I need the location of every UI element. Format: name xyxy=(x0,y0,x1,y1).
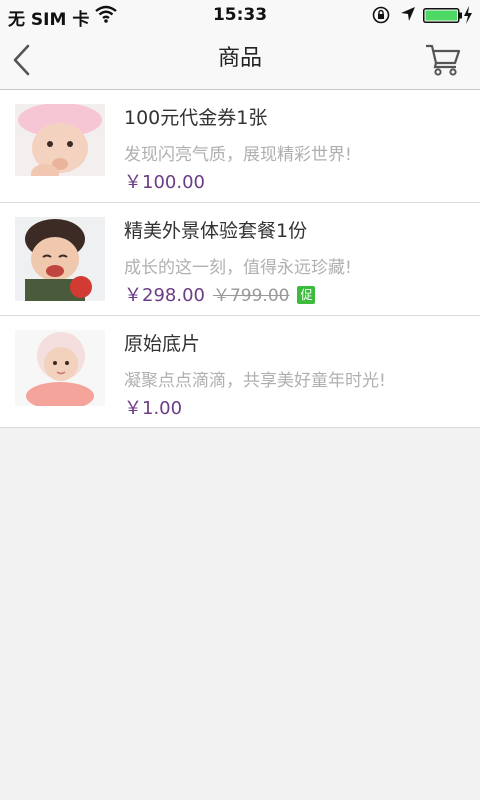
product-item[interactable]: 精美外景体验套餐1份 成长的这一刻，值得永远珍藏! ￥298.00 ￥799.00… xyxy=(0,203,480,316)
product-price: ￥1.00 xyxy=(124,398,183,419)
product-price: ￥298.00 xyxy=(124,285,205,306)
product-price: ￥100.00 xyxy=(124,172,205,193)
product-list: 100元代金券1张 发现闪亮气质，展现精彩世界! ￥100.00 精美外景体验套… xyxy=(0,90,480,428)
original-price: ￥799.00 xyxy=(212,286,290,306)
product-name: 原始底片 xyxy=(124,333,201,355)
promo-badge: 促 xyxy=(297,286,316,304)
battery-icon xyxy=(423,8,462,23)
product-name: 精美外景体验套餐1份 xyxy=(124,220,308,242)
rotation-lock-icon xyxy=(372,6,390,24)
product-thumbnail xyxy=(15,217,105,301)
price-row: ￥298.00 ￥799.00 促 xyxy=(124,281,316,307)
shopping-cart-icon[interactable] xyxy=(424,41,462,77)
product-description: 成长的这一刻，值得永远珍藏! xyxy=(124,258,352,278)
product-thumbnail xyxy=(15,330,105,414)
status-bar: 无 SIM 卡 15:33 xyxy=(0,0,480,30)
product-thumbnail xyxy=(15,104,105,188)
price-row: ￥1.00 xyxy=(124,394,182,420)
product-item[interactable]: 原始底片 凝聚点点滴滴，共享美好童年时光! ￥1.00 xyxy=(0,316,480,428)
navigation-bar: 商品 xyxy=(0,30,480,90)
location-arrow-icon xyxy=(401,7,415,21)
product-description: 凝聚点点滴滴，共享美好童年时光! xyxy=(124,371,386,391)
charging-bolt-icon xyxy=(464,6,472,24)
product-item[interactable]: 100元代金券1张 发现闪亮气质，展现精彩世界! ￥100.00 xyxy=(0,90,480,203)
price-row: ￥100.00 xyxy=(124,168,205,194)
product-name: 100元代金券1张 xyxy=(124,107,268,129)
product-description: 发现闪亮气质，展现精彩世界! xyxy=(124,145,352,165)
page-title: 商品 xyxy=(217,46,262,71)
